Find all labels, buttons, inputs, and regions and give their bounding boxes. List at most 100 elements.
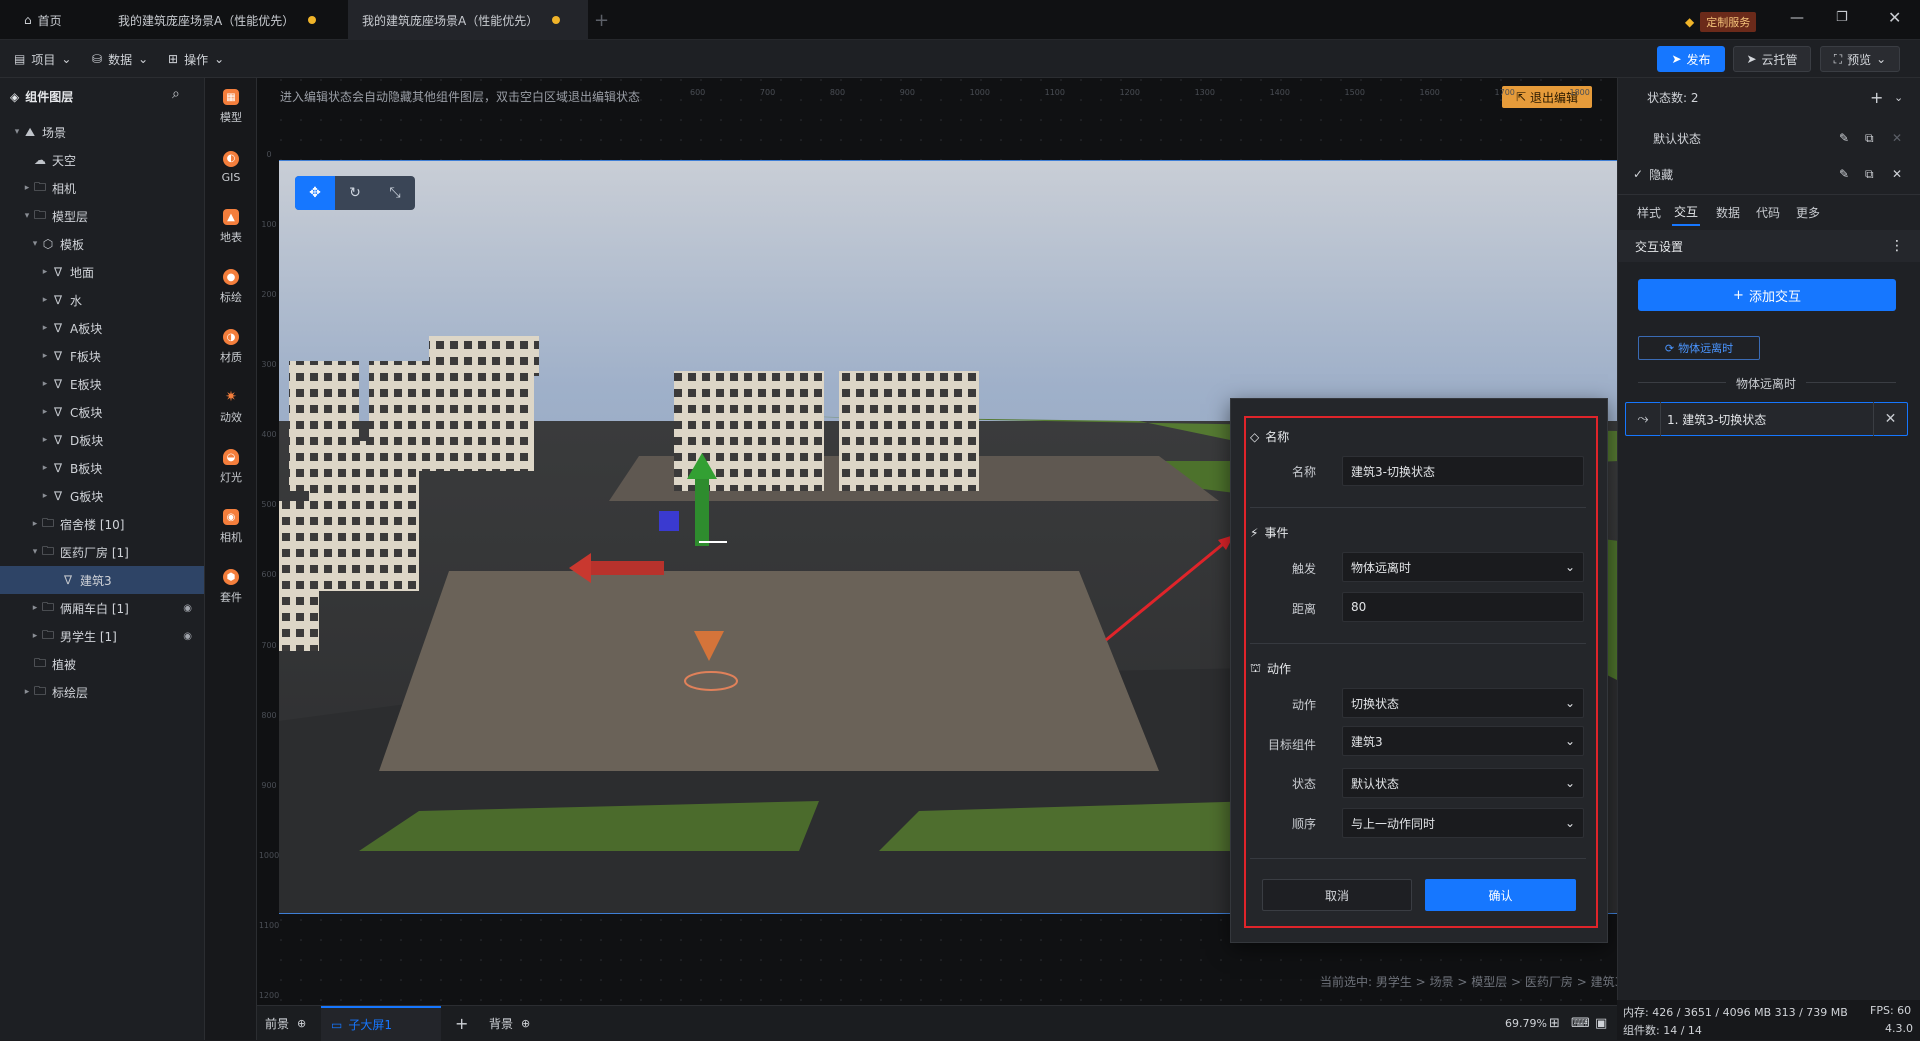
strip-effect[interactable]: ✷ 动效 — [205, 378, 257, 436]
terminal-icon[interactable]: ▣ — [1595, 1006, 1607, 1041]
scale-icon[interactable]: ⤡ — [375, 176, 415, 210]
add-screen-icon[interactable]: + — [455, 1006, 468, 1041]
tree-item-scene[interactable]: ▾ ⛰ 场景 — [0, 118, 204, 146]
copy-icon[interactable]: ⧉ — [1865, 167, 1874, 182]
tree-item-block-b[interactable]: ▸ ∇ B板块 — [0, 454, 204, 482]
edit-icon[interactable]: ✎ — [1839, 131, 1849, 145]
event-filter-tag[interactable]: ⟳ 物体远离时 — [1638, 336, 1760, 360]
new-tab-plus-icon[interactable]: + — [594, 10, 609, 31]
state-item-default[interactable]: 默认状态 ✎ ⧉ ✕ — [1617, 124, 1920, 152]
tree-item-block-g[interactable]: ▸ ∇ G板块 — [0, 482, 204, 510]
interaction-item[interactable]: ⤳ 1. 建筑3-切换状态 ✕ — [1625, 402, 1908, 436]
tree-item-vegetation[interactable]: 🗀 植被 — [0, 650, 204, 678]
tab-style[interactable]: 样式 — [1637, 198, 1661, 226]
state-item-hidden[interactable]: ✓ 隐藏 ✎ ⧉ ✕ — [1617, 160, 1920, 188]
cloud-hosting-button[interactable]: ➤ 云托管 — [1733, 46, 1811, 72]
tree-item-building3[interactable]: ∇ 建筑3 — [0, 566, 204, 594]
fit-screen-icon[interactable]: ⊞ — [1549, 1006, 1560, 1041]
background-tab[interactable]: 背景 ⊕ — [489, 1006, 530, 1041]
tree-item-van[interactable]: ▸ 🗀 俩厢车白 [1] ◉ — [0, 594, 204, 622]
tab-home[interactable]: ⌂ 首页 — [10, 0, 76, 40]
branch-icon: ⤳ — [1637, 411, 1649, 427]
edit-icon[interactable]: ✎ — [1839, 167, 1849, 181]
operate-menu[interactable]: ⊞ 操作 ⌄ — [168, 40, 224, 78]
tab-scene-1[interactable]: 我的建筑庞座场景A（性能优先） — [104, 0, 350, 40]
tree-item-model-layer[interactable]: ▾ 🗀 模型层 — [0, 202, 204, 230]
tree-item-template[interactable]: ▾ ⬡ 模板 — [0, 230, 204, 258]
hidden-eye-icon[interactable]: ◉ — [183, 631, 192, 642]
tree-item-dormitory[interactable]: ▸ 🗀 宿舍楼 [10] — [0, 510, 204, 538]
strip-model[interactable]: ▦ 模型 — [205, 78, 257, 136]
add-circle-icon[interactable]: ⊕ — [297, 1017, 306, 1030]
keyboard-icon[interactable]: ⌨ — [1571, 1006, 1590, 1041]
close-icon[interactable]: ✕ — [1892, 167, 1902, 181]
hidden-eye-icon[interactable]: ◉ — [183, 603, 192, 614]
tab-scene-2[interactable]: 我的建筑庞座场景A（性能优先） — [348, 0, 588, 40]
tab-code[interactable]: 代码 — [1756, 198, 1780, 226]
highlight-frame — [1244, 416, 1598, 928]
action-select[interactable]: 切换状态 ⌄ — [1342, 688, 1584, 718]
tab-interaction[interactable]: 交互 — [1672, 198, 1701, 226]
add-interaction-button[interactable]: + 添加交互 — [1638, 279, 1896, 311]
tree-item-block-d[interactable]: ▸ ∇ D板块 — [0, 426, 204, 454]
action-section-title: ⛫ 动作 — [1250, 660, 1292, 677]
name-input[interactable]: 建筑3-切换状态 — [1342, 456, 1584, 486]
more-vertical-icon[interactable]: ⋮ — [1890, 238, 1904, 254]
strip-camera[interactable]: ◉ 相机 — [205, 498, 257, 556]
tree-item-sky[interactable]: ☁ 天空 — [0, 146, 204, 174]
tree-item-block-c[interactable]: ▸ ∇ C板块 — [0, 398, 204, 426]
minimize-icon[interactable]: — — [1790, 10, 1804, 26]
rotate-icon[interactable]: ↻ — [335, 176, 375, 210]
foreground-tab[interactable]: 前景 ⊕ — [265, 1006, 306, 1041]
close-icon[interactable]: ✕ — [1873, 402, 1907, 436]
add-circle-icon[interactable]: ⊕ — [521, 1017, 530, 1030]
strip-plot[interactable]: ● 标绘 — [205, 258, 257, 316]
restore-icon[interactable]: ❐ — [1836, 10, 1848, 25]
sky-icon: ☁ — [34, 153, 46, 167]
tab-data[interactable]: 数据 — [1716, 198, 1740, 226]
order-select[interactable]: 与上一动作同时 ⌄ — [1342, 808, 1584, 838]
kit-icon: ⬢ — [223, 569, 239, 585]
tree-item-camera[interactable]: ▸ 🗀 相机 — [0, 174, 204, 202]
copy-icon[interactable]: ⧉ — [1865, 131, 1874, 146]
publish-button[interactable]: ➤ 发布 — [1657, 46, 1725, 72]
strip-terrain[interactable]: ▲ 地表 — [205, 198, 257, 256]
tree-item-pharma-plant[interactable]: ▾ 🗀 医药厂房 [1] — [0, 538, 204, 566]
data-menu[interactable]: ⛁ 数据 ⌄ — [92, 40, 148, 78]
tree-item-ground[interactable]: ▸ ∇ 地面 — [0, 258, 204, 286]
database-icon: ⛁ — [92, 52, 103, 66]
trigger-select[interactable]: 物体远离时 ⌄ — [1342, 552, 1584, 582]
target-select[interactable]: 建筑3 ⌄ — [1342, 726, 1584, 756]
sub-screen-tab[interactable]: ▭ 子大屏1 — [321, 1006, 441, 1041]
distance-input[interactable]: 80 — [1342, 592, 1584, 622]
tree-item-block-e[interactable]: ▸ ∇ E板块 — [0, 370, 204, 398]
tree-item-plot-layer[interactable]: ▸ 🗀 标绘层 — [0, 678, 204, 706]
strip-gis[interactable]: ◐ GIS — [205, 138, 257, 196]
strip-material[interactable]: ◑ 材质 — [205, 318, 257, 376]
strip-kit[interactable]: ⬢ 套件 — [205, 558, 257, 616]
close-icon[interactable]: ✕ — [1892, 131, 1902, 145]
strip-light[interactable]: ◒ 灯光 — [205, 438, 257, 496]
caret-down-icon: ▾ — [14, 127, 20, 137]
tree-item-block-f[interactable]: ▸ ∇ F板块 — [0, 342, 204, 370]
chevron-down-icon[interactable]: ⌄ — [1894, 91, 1903, 104]
custom-service-button[interactable]: ◆ 定制服务 — [1685, 12, 1757, 32]
add-state-icon[interactable]: + — [1870, 88, 1883, 107]
tree-item-block-a[interactable]: ▸ ∇ A板块 — [0, 314, 204, 342]
name-label: 名称 — [1291, 465, 1316, 479]
tree-item-student[interactable]: ▸ 🗀 男学生 [1] ◉ — [0, 622, 204, 650]
close-window-icon[interactable]: ✕ — [1888, 8, 1901, 27]
preview-button[interactable]: ⛶ 预览 ⌄ — [1820, 46, 1900, 72]
caret-right-icon: ▸ — [42, 267, 48, 277]
state-select[interactable]: 默认状态 ⌄ — [1342, 768, 1584, 798]
cancel-button[interactable]: 取消 — [1262, 879, 1412, 911]
chevron-down-icon: ⌄ — [1564, 696, 1575, 710]
move-icon[interactable]: ✥ — [295, 176, 335, 210]
tree-item-water[interactable]: ▸ ∇ 水 — [0, 286, 204, 314]
project-menu[interactable]: ▤ 项目 ⌄ — [14, 40, 71, 78]
tab-more[interactable]: 更多 — [1796, 198, 1820, 226]
confirm-button[interactable]: 确认 — [1425, 879, 1576, 911]
search-icon[interactable]: ⌕ — [172, 86, 180, 102]
layers-title: ◈ 组件图层 — [10, 89, 74, 105]
zoom-level[interactable]: 69.79% — [1505, 1006, 1547, 1041]
